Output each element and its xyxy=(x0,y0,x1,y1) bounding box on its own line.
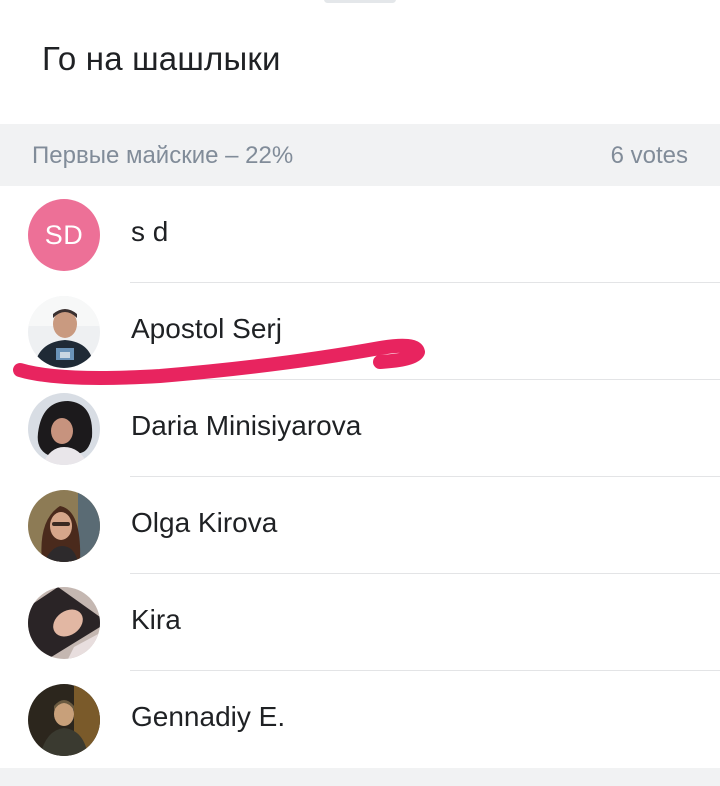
option-section-header: Первые майские – 22% 6 votes xyxy=(0,124,720,186)
poll-voters-screen: Го на шашлыки Первые майские – 22% 6 vot… xyxy=(0,0,720,786)
sheet-drag-handle[interactable] xyxy=(324,0,396,3)
user-photo-icon xyxy=(28,393,100,465)
avatar xyxy=(28,296,100,368)
avatar xyxy=(28,684,100,756)
footer-separator xyxy=(0,768,720,786)
user-photo-icon xyxy=(28,490,100,562)
user-photo-icon xyxy=(28,587,100,659)
user-photo-icon xyxy=(28,684,100,756)
voter-name: Daria Minisiyarova xyxy=(131,410,362,441)
voter-row[interactable]: Kira xyxy=(0,574,720,671)
voter-row[interactable]: Gennadiy E. xyxy=(0,671,720,768)
avatar xyxy=(28,490,100,562)
avatar: SD xyxy=(28,199,100,271)
poll-title: Го на шашлыки xyxy=(42,40,281,77)
avatar xyxy=(28,587,100,659)
voter-name: Kira xyxy=(131,604,181,635)
voter-name: s d xyxy=(131,216,169,247)
voter-row[interactable]: SD s d xyxy=(0,186,720,283)
user-photo-icon xyxy=(28,296,100,368)
voter-row[interactable]: Apostol Serj xyxy=(0,283,720,380)
voter-name: Apostol Serj xyxy=(131,313,282,344)
voter-row[interactable]: Daria Minisiyarova xyxy=(0,380,720,477)
option-label: Первые майские – 22% xyxy=(32,142,294,169)
voter-name: Olga Kirova xyxy=(131,507,278,538)
voter-row[interactable]: Olga Kirova xyxy=(0,477,720,574)
avatar xyxy=(28,393,100,465)
voter-list: SD s d Apostol Serj Daria Minisiyarova O… xyxy=(0,186,720,768)
option-votes-count: 6 votes xyxy=(610,142,688,169)
voter-name: Gennadiy E. xyxy=(131,701,286,732)
